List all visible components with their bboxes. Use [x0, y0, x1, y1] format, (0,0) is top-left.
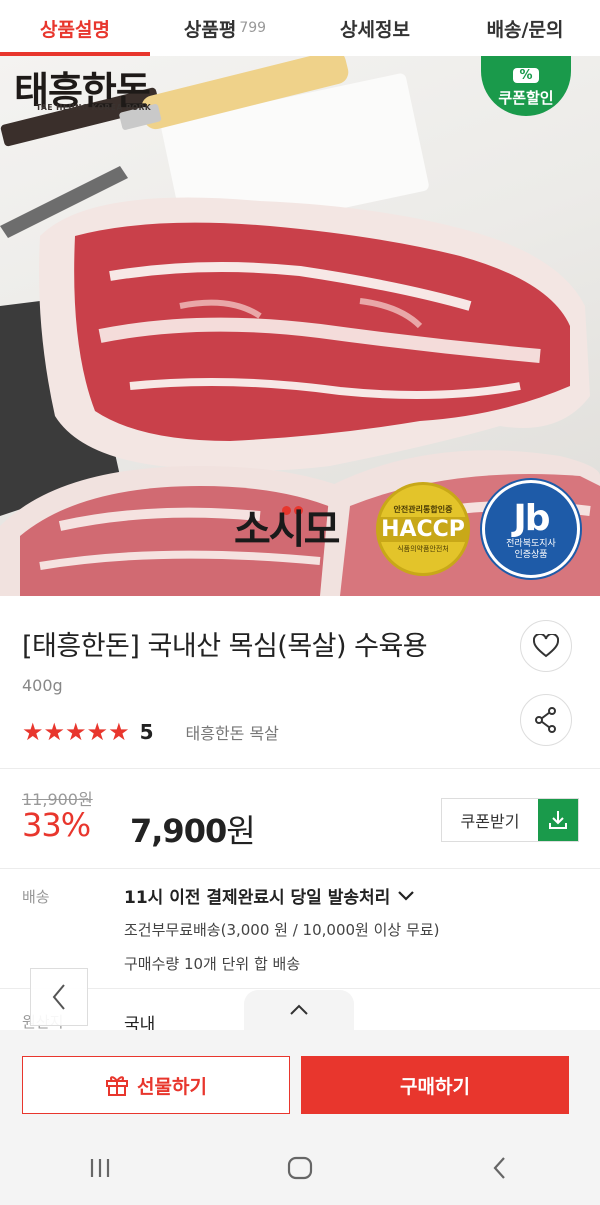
buy-button-label: 구매하기	[400, 1075, 470, 1098]
coupon-download-label: 쿠폰받기	[460, 812, 520, 831]
coupon-download-button[interactable]: 쿠폰받기	[441, 798, 579, 842]
share-button[interactable]	[520, 694, 572, 746]
discount-rate: 33%	[22, 806, 91, 844]
previous-button[interactable]	[30, 968, 88, 1026]
chevron-left-icon	[52, 984, 65, 1010]
star-icon: ★	[108, 718, 130, 746]
sale-price: 7,900원	[130, 806, 256, 852]
product-image[interactable]: 태흥한돈 TAE HEUNG KOREA PORK % 쿠폰할인 소시모 안전관…	[0, 56, 600, 596]
shipping-label: 배송	[22, 888, 50, 906]
tab-shipping-inquiry[interactable]: 배송/문의	[450, 0, 600, 56]
haccp-bottom-text: 식품의약품안전처	[397, 545, 449, 553]
system-nav-bar	[0, 1130, 600, 1205]
home-icon	[287, 1156, 313, 1179]
gift-button[interactable]: 선물하기	[22, 1056, 290, 1114]
star-icon: ★	[86, 718, 109, 746]
shipping-main-toggle[interactable]: 11시 이전 결제완료시 당일 발송처리	[124, 883, 416, 908]
purchase-bar: 선물하기 구매하기	[0, 1030, 600, 1130]
rating-row[interactable]: ★ ★ ★ ★ ★ 5 태흥한돈 목살	[22, 720, 279, 744]
haccp-mark: HACCP	[377, 517, 469, 542]
rating-value: 5	[139, 720, 154, 744]
home-button[interactable]	[200, 1130, 400, 1205]
star-icon: ★	[22, 718, 44, 746]
product-weight: 400g	[22, 676, 63, 695]
back-button[interactable]	[400, 1130, 600, 1205]
jb-caption-2: 인증상품	[514, 549, 548, 560]
favorite-button[interactable]	[520, 620, 572, 672]
star-icon: ★	[43, 718, 66, 746]
recent-apps-button[interactable]	[0, 1130, 200, 1205]
somo-logo: 소시모	[234, 507, 340, 553]
chevron-up-icon	[290, 1004, 308, 1015]
sale-price-unit: 원	[226, 812, 255, 850]
tab-details[interactable]: 상세정보	[300, 0, 450, 56]
shipping-main-text: 11시 이전 결제완료시 당일 발송처리	[124, 888, 391, 908]
divider	[0, 868, 600, 869]
product-title: [태흥한돈] 국내산 목심(목살) 수육용	[22, 631, 428, 662]
tab-reviews-label: 상품평	[183, 18, 237, 41]
jeonbuk-certification-badge: Jb 전라북도지사 인증상품	[482, 480, 580, 578]
jb-caption-1: 전라북도지사	[506, 538, 556, 549]
brand-logo-subtitle: TAE HEUNG KOREA PORK	[36, 103, 152, 112]
buy-button[interactable]: 구매하기	[301, 1056, 569, 1114]
product-tabs: 상품설명 상품평 799 상세정보 배송/문의	[0, 0, 600, 56]
download-icon	[538, 799, 578, 841]
chevron-down-icon	[398, 890, 415, 901]
tab-shipping-label: 배송/문의	[486, 18, 564, 41]
jb-mark: Jb	[513, 497, 550, 539]
product-keyword: 태흥한돈 목살	[185, 724, 279, 743]
star-icon: ★	[65, 718, 87, 746]
tab-description-label: 상품설명	[40, 18, 110, 41]
back-icon	[493, 1156, 505, 1179]
gift-button-label: 선물하기	[137, 1075, 207, 1098]
coupon-badge-label: 쿠폰할인	[498, 89, 554, 107]
haccp-certification-badge: 안전관리통합인증 HACCP 식품의약품안전처	[376, 482, 470, 576]
heart-icon	[533, 634, 559, 658]
share-icon	[535, 707, 556, 733]
gift-icon	[106, 1076, 129, 1096]
shipping-bundle-info: 구매수량 10개 단위 합 배송	[124, 955, 301, 973]
collapse-toggle[interactable]	[244, 990, 354, 1030]
tab-reviews[interactable]: 상품평 799	[150, 0, 300, 56]
tab-details-label: 상세정보	[340, 18, 410, 41]
divider	[0, 988, 600, 989]
tab-description[interactable]: 상품설명	[0, 0, 150, 56]
divider	[0, 768, 600, 769]
haccp-top-text: 안전관리통합인증	[393, 505, 453, 514]
recent-apps-icon	[90, 1158, 110, 1177]
sale-price-amount: 7,900	[130, 812, 227, 850]
shipping-fee-info: 조건부무료배송(3,000 원 / 10,000원 이상 무료)	[124, 921, 440, 939]
review-count: 799	[239, 20, 267, 36]
percent-icon: %	[513, 68, 539, 83]
